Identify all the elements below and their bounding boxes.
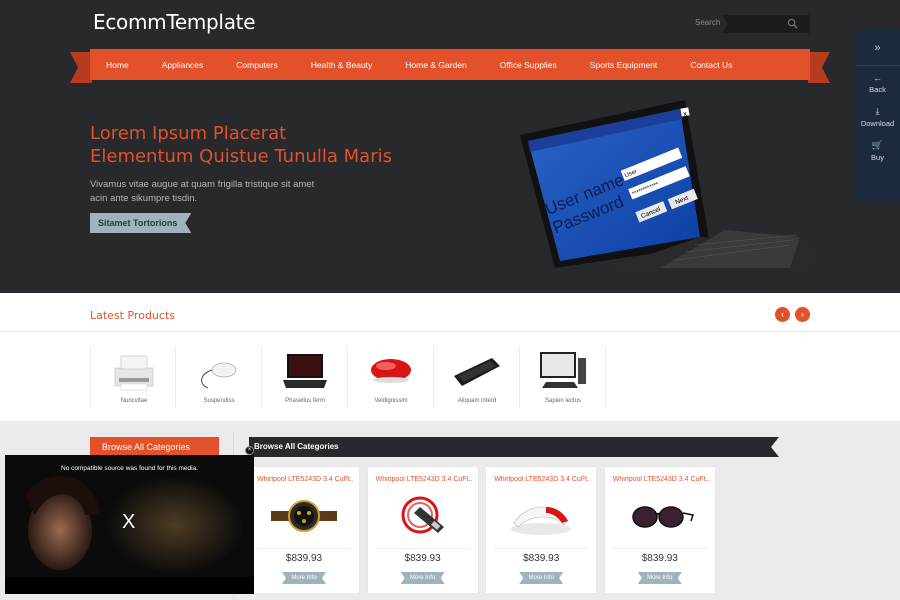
carousel-prev-button[interactable]: ‹	[775, 307, 790, 322]
nav-item-computers[interactable]: Computers	[236, 60, 278, 70]
video-close-button[interactable]: ×	[245, 446, 254, 455]
nav-item-health-beauty[interactable]: Health & Beauty	[311, 60, 372, 70]
product-card-title[interactable]: Whirlpool LTE5243D 3.4 CuFt....	[376, 476, 472, 483]
product-item[interactable]: Nuncvitae	[90, 346, 176, 408]
divider	[0, 331, 900, 332]
printer-image	[114, 355, 154, 391]
product-card-title[interactable]: Whirlpool LTE5243D 3.4 CuFt....	[613, 476, 709, 483]
latest-products-title: Latest Products	[90, 309, 175, 322]
browse-categories-header: Browse All Categories	[249, 437, 779, 457]
product-name[interactable]: Aliquam interd	[434, 398, 520, 404]
product-item[interactable]: Sapien lectus	[520, 346, 606, 408]
nav-item-office-supplies[interactable]: Office Supplies	[500, 60, 557, 70]
nav-item-home-garden[interactable]: Home & Garden	[405, 60, 466, 70]
product-card-title[interactable]: Whirlpool LTE5243D 3.4 CuFt....	[257, 476, 353, 483]
product-card[interactable]: Whirlpool LTE5243D 3.4 CuFt.... $839.93 …	[604, 467, 715, 593]
laptop-image	[283, 354, 327, 388]
product-name[interactable]: Veldignissim	[348, 398, 434, 404]
red-mouse-image	[371, 359, 411, 383]
download-button[interactable]: ⤓ Download	[855, 100, 900, 134]
divider	[494, 548, 589, 549]
flash-drive-image	[401, 496, 444, 534]
product-card[interactable]: Whirlpool LTE5243D 3.4 CuFt.... $839.93 …	[367, 467, 478, 593]
side-toolbar: » ← Back ⤓ Download 🛒 Buy	[855, 30, 900, 202]
product-name[interactable]: Sapien lectus	[520, 398, 606, 404]
hero-title-line2: Elementum Quistue Tunulla Maris	[90, 146, 392, 167]
keyboard-image	[454, 358, 500, 386]
nav-ribbon-right	[808, 52, 830, 83]
video-error-message: No compatible source was found for this …	[61, 465, 198, 472]
search-icon[interactable]	[787, 18, 798, 29]
chevron-left-icon: ‹	[781, 310, 784, 319]
cart-icon: 🛒	[871, 140, 884, 150]
desktop-image	[540, 352, 586, 388]
hero-description: Vivamus vitae augue at quam frigilla tri…	[90, 179, 315, 204]
hero-title-line1: Lorem Ipsum Placerat	[90, 123, 287, 144]
laptop-login-image: x User name Password User ************ C…	[520, 100, 810, 268]
main-nav: Home Appliances Computers Health & Beaut…	[90, 49, 810, 80]
product-item[interactable]: Aliquam interd	[434, 346, 520, 408]
hero-cta-button[interactable]: Sitamet Tortorions	[90, 213, 191, 233]
arrow-left-icon: ←	[873, 72, 882, 83]
hero-title: Lorem Ipsum Placerat Elementum Quistue T…	[90, 122, 392, 168]
nav-item-home[interactable]: Home	[106, 60, 129, 70]
product-item[interactable]: Suspendiss	[176, 346, 262, 408]
product-card[interactable]: Whirlpool LTE5243D 3.4 CuFt.... $839.93 …	[249, 467, 359, 593]
back-button[interactable]: ← Back	[855, 66, 900, 100]
product-name[interactable]: Phasellus ferm	[262, 398, 348, 404]
double-chevron-right-icon[interactable]: »	[855, 30, 900, 66]
latest-products-list: Nuncvitae Suspendiss Phasellus ferm Veld…	[90, 346, 606, 408]
mouse-image	[201, 362, 237, 389]
chevron-right-icon: ›	[801, 310, 804, 319]
product-card-title[interactable]: Whirlpool LTE5243D 3.4 CuFt....	[494, 476, 590, 483]
more-info-button[interactable]: More Info	[519, 572, 563, 584]
nav-item-sports-equipment[interactable]: Sports Equipment	[590, 60, 658, 70]
product-card[interactable]: Whirlpool LTE5243D 3.4 CuFt.... $839.93 …	[486, 467, 597, 593]
video-player[interactable]: No compatible source was found for this …	[5, 455, 254, 594]
product-name[interactable]: Nuncvitae	[91, 398, 177, 404]
carousel-next-button[interactable]: ›	[795, 307, 810, 322]
divider	[375, 548, 470, 549]
product-price: $839.93	[641, 553, 678, 564]
stapler-image	[511, 506, 572, 535]
nav-item-appliances[interactable]: Appliances	[162, 60, 204, 70]
category-product-grid: Whirlpool LTE5243D 3.4 CuFt.... $839.93 …	[249, 467, 723, 593]
buy-button[interactable]: 🛒 Buy	[855, 134, 900, 168]
product-price: $839.93	[285, 553, 323, 564]
product-item[interactable]: Veldignissim	[348, 346, 434, 408]
hero-section: EcommTemplate Search Home Appliances Com…	[0, 0, 900, 293]
search-label: Search	[695, 18, 721, 27]
more-info-button[interactable]: More Info	[282, 572, 326, 584]
back-label: Back	[869, 84, 886, 94]
download-icon: ⤓	[875, 106, 880, 116]
site-logo[interactable]: EcommTemplate	[93, 10, 256, 34]
more-info-button[interactable]: More Info	[638, 572, 682, 584]
divider	[257, 548, 351, 549]
watch-image	[271, 500, 337, 532]
buy-label: Buy	[871, 153, 884, 162]
product-item[interactable]: Phasellus ferm	[262, 346, 348, 408]
product-price: $839.93	[523, 553, 560, 564]
more-info-button[interactable]: More Info	[401, 572, 445, 584]
product-price: $839.93	[404, 553, 441, 564]
nav-item-contact-us[interactable]: Contact Us	[690, 60, 732, 70]
sunglasses-image	[632, 506, 694, 528]
product-name[interactable]: Suspendiss	[176, 398, 262, 404]
download-label: Download	[860, 119, 895, 128]
close-icon[interactable]: X	[122, 511, 135, 534]
nav-ribbon-left	[70, 52, 92, 83]
search-input[interactable]	[722, 15, 810, 33]
divider	[612, 548, 707, 549]
